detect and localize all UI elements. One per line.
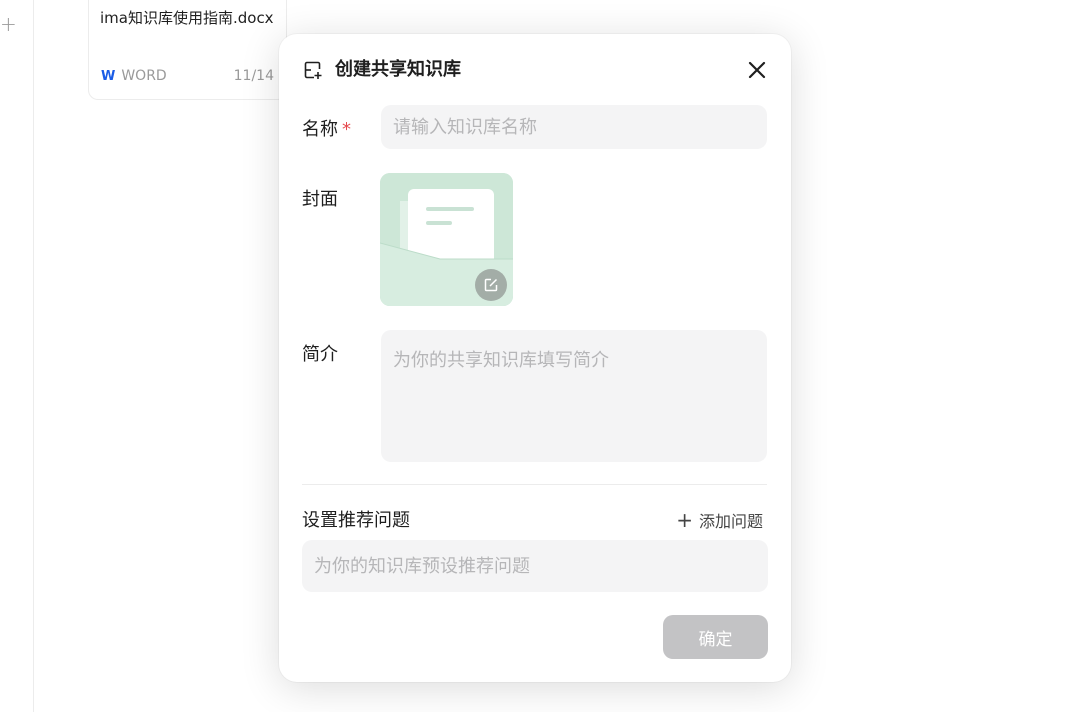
divider (302, 484, 767, 485)
cover-label: 封面 (302, 189, 338, 210)
create-library-dialog: 创建共享知识库 名称* 封面 简介 设置推荐问题 + 添加问题 (279, 34, 791, 682)
name-input[interactable] (381, 105, 767, 149)
add-button[interactable]: + (0, 14, 17, 34)
file-name: ima知识库使用指南.docx (100, 9, 274, 27)
cover-image[interactable] (380, 173, 513, 306)
plus-icon: + (676, 508, 693, 532)
confirm-button[interactable]: 确定 (663, 615, 768, 659)
file-card[interactable]: ima知识库使用指南.docx W WORD 11/14 (88, 0, 287, 100)
add-question-button[interactable]: + 添加问题 (676, 508, 763, 532)
create-library-icon (304, 61, 322, 79)
dialog-header: 创建共享知识库 (303, 58, 769, 82)
cover-edit-icon[interactable] (475, 269, 507, 301)
file-type: W WORD (101, 68, 167, 84)
question-input[interactable] (302, 540, 768, 592)
file-type-label: WORD (121, 68, 167, 84)
close-icon[interactable] (745, 58, 769, 82)
word-icon: W (101, 68, 116, 84)
recommended-questions-title: 设置推荐问题 (302, 510, 410, 531)
left-rail: + (0, 0, 34, 712)
file-date: 11/14 (233, 68, 274, 84)
dialog-title: 创建共享知识库 (335, 59, 461, 80)
intro-label: 简介 (302, 344, 338, 365)
required-mark: * (342, 119, 351, 140)
intro-textarea[interactable] (381, 330, 767, 462)
name-label-text: 名称 (302, 119, 338, 140)
name-label: 名称 * (302, 115, 351, 141)
add-question-label: 添加问题 (698, 512, 763, 531)
